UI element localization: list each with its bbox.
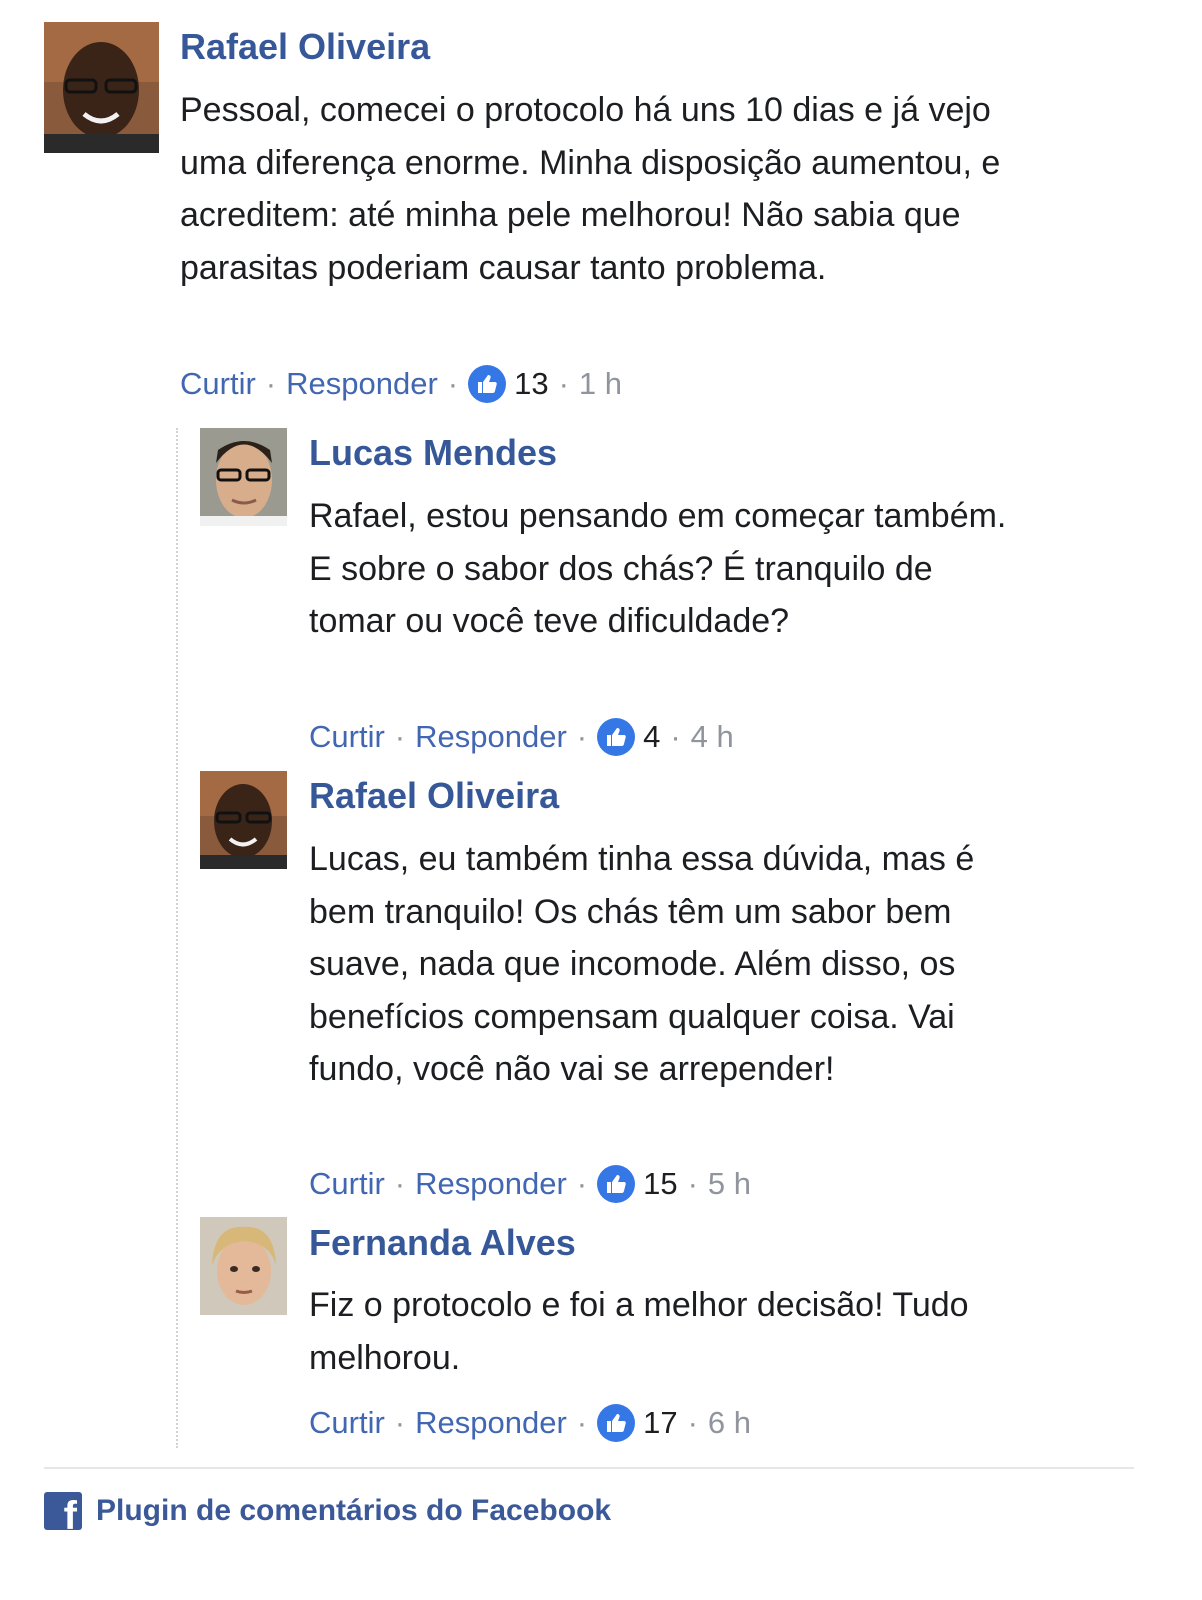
- avatar-photo: [200, 428, 287, 526]
- thumbs-up-icon: [597, 1404, 636, 1442]
- like-button[interactable]: Curtir: [309, 1403, 385, 1443]
- comment-author-name[interactable]: Lucas Mendes: [309, 432, 557, 474]
- timestamp[interactable]: 4 h: [691, 717, 734, 757]
- avatar-photo: [200, 1217, 287, 1315]
- facebook-logo-icon[interactable]: f: [44, 1492, 82, 1530]
- separator: ·: [576, 719, 588, 754]
- comment-text: Fiz o protocolo e foi a melhor decisão! …: [309, 1286, 969, 1377]
- avatar-photo: [200, 771, 287, 869]
- avatar[interactable]: [44, 22, 159, 153]
- thumbs-up-icon: [597, 718, 636, 756]
- separator: ·: [670, 719, 681, 754]
- separator: ·: [576, 1166, 588, 1201]
- reply-button[interactable]: Responder: [415, 717, 567, 757]
- separator: ·: [558, 366, 569, 401]
- reply-button[interactable]: Responder: [415, 1164, 567, 1204]
- like-count[interactable]: 17: [643, 1403, 677, 1443]
- separator: ·: [265, 366, 277, 401]
- comment-author-name[interactable]: Fernanda Alves: [309, 1222, 576, 1264]
- comment-actions: Curtir · Responder · 13 · 1 h: [180, 364, 622, 404]
- separator: ·: [447, 366, 459, 401]
- comment-text: Rafael, estou pensando em começar também…: [309, 497, 1007, 640]
- separator: ·: [394, 1166, 406, 1201]
- comment-text: Lucas, eu também tinha essa dúvida, mas …: [309, 840, 975, 1088]
- comment: Rafael Oliveira Pessoal, comecei o proto…: [0, 0, 1202, 420]
- like-button[interactable]: Curtir: [309, 1164, 385, 1204]
- avatar[interactable]: [200, 1217, 287, 1315]
- comment-actions: Curtir · Responder · 15 · 5 h: [309, 1164, 751, 1204]
- like-count[interactable]: 15: [643, 1164, 677, 1204]
- like-button[interactable]: Curtir: [180, 364, 256, 404]
- facebook-logo-letter: f: [63, 1494, 77, 1530]
- avatar-photo: [44, 22, 159, 153]
- like-button[interactable]: Curtir: [309, 717, 385, 757]
- separator: ·: [687, 1166, 698, 1201]
- comment-actions: Curtir · Responder · 17 · 6 h: [309, 1403, 751, 1443]
- footer-divider: [44, 1467, 1134, 1469]
- comment-author-name[interactable]: Rafael Oliveira: [180, 26, 430, 68]
- comment-author-name[interactable]: Rafael Oliveira: [309, 775, 559, 817]
- comment-actions: Curtir · Responder · 4 · 4 h: [309, 717, 734, 757]
- thumbs-up-icon: [597, 1165, 636, 1203]
- timestamp[interactable]: 6 h: [708, 1403, 751, 1443]
- separator: ·: [394, 719, 406, 754]
- separator: ·: [394, 1405, 406, 1440]
- timestamp[interactable]: 1 h: [579, 364, 622, 404]
- reply-button[interactable]: Responder: [415, 1403, 567, 1443]
- reply-thread-line: [176, 428, 178, 1448]
- timestamp[interactable]: 5 h: [708, 1164, 751, 1204]
- like-count[interactable]: 13: [514, 364, 548, 404]
- like-count[interactable]: 4: [643, 717, 660, 757]
- facebook-plugin-link[interactable]: Plugin de comentários do Facebook: [96, 1491, 611, 1531]
- thumbs-up-icon: [468, 365, 507, 403]
- avatar[interactable]: [200, 771, 287, 869]
- avatar[interactable]: [200, 428, 287, 526]
- separator: ·: [576, 1405, 588, 1440]
- comment-text: Pessoal, comecei o protocolo há uns 10 d…: [180, 91, 1001, 287]
- separator: ·: [687, 1405, 698, 1440]
- reply-button[interactable]: Responder: [286, 364, 438, 404]
